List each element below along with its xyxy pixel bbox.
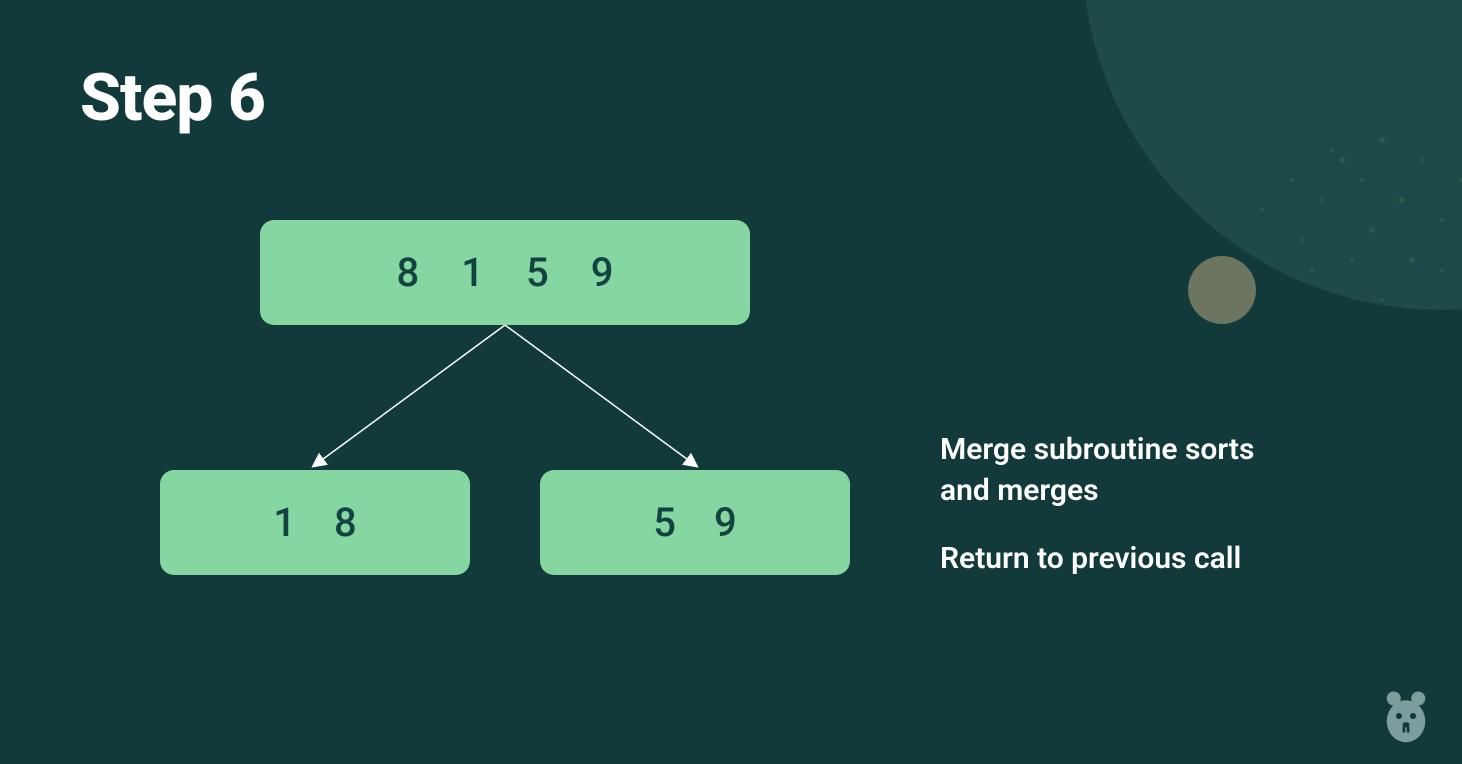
array-value: 9 <box>714 499 737 546</box>
array-value: 9 <box>591 249 614 296</box>
array-box-right: 5 9 <box>540 470 850 575</box>
array-value: 1 <box>273 499 296 546</box>
explanation-sidebar: Merge subroutine sorts and merges Return… <box>940 430 1280 608</box>
array-value: 1 <box>461 249 484 296</box>
explanation-line: Merge subroutine sorts and merges <box>940 430 1280 511</box>
array-value: 8 <box>397 249 420 296</box>
array-box-top: 8 1 5 9 <box>260 220 750 325</box>
split-arrows <box>160 325 860 475</box>
array-value: 8 <box>334 499 357 546</box>
array-value: 5 <box>526 249 549 296</box>
corner-decoration <box>962 0 1462 500</box>
beaver-mascot-icon <box>1378 688 1434 744</box>
step-title: Step 6 <box>80 60 265 137</box>
array-value: 5 <box>653 499 676 546</box>
array-box-left: 1 8 <box>160 470 470 575</box>
merge-sort-diagram: 8 1 5 9 1 8 5 9 <box>160 220 860 600</box>
explanation-line: Return to previous call <box>940 539 1280 580</box>
